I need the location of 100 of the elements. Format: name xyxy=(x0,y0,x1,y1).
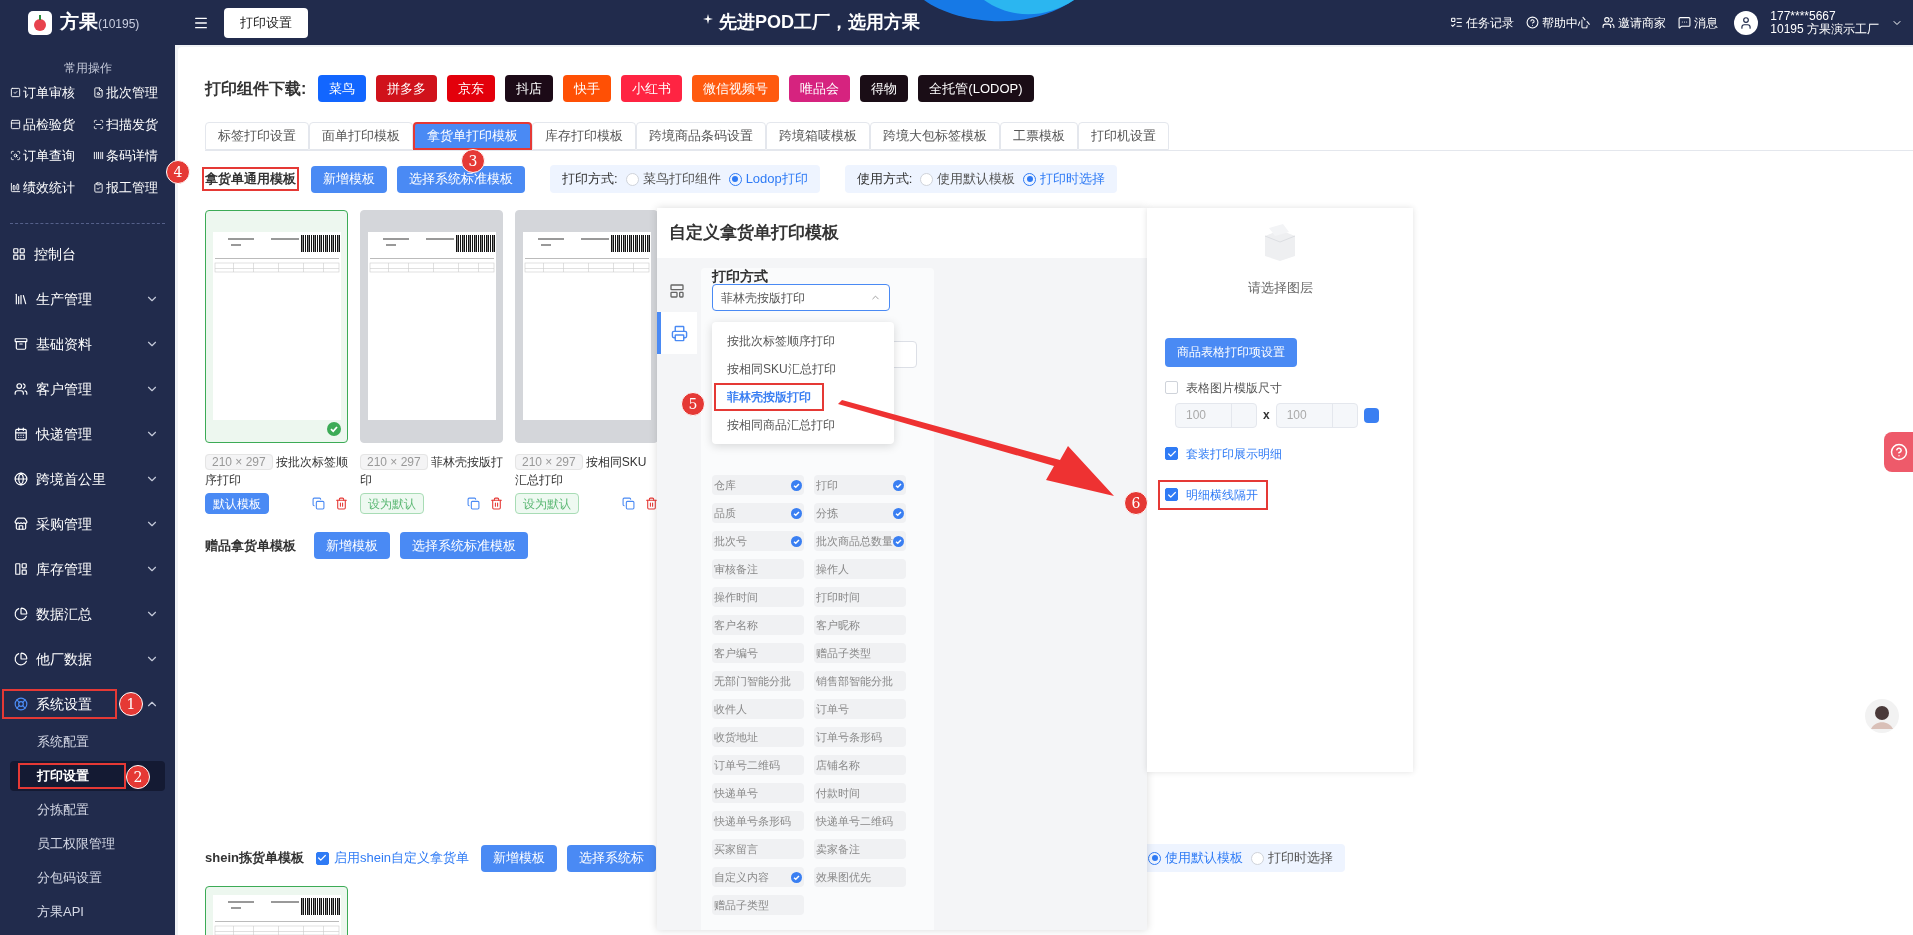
field-chip[interactable]: 审核备注 xyxy=(712,559,804,579)
default-button[interactable]: 设为默认 xyxy=(515,493,579,514)
checkbox-label[interactable]: 表格图片模版尺寸 xyxy=(1186,378,1282,397)
nav-subitem[interactable]: 方果API xyxy=(18,899,126,925)
field-chip[interactable]: 订单号二维码 xyxy=(712,755,804,775)
nav-item[interactable]: 跨境首公里 xyxy=(2,464,117,494)
quick-action[interactable]: 报工管理 xyxy=(92,177,158,197)
nav-subitem[interactable]: 系统配置 xyxy=(18,729,126,755)
default-button[interactable]: 默认模板 xyxy=(205,493,269,514)
select-field[interactable]: 菲林壳按版打印 xyxy=(712,284,890,311)
number-field[interactable]: 100 xyxy=(1175,402,1257,428)
tab[interactable]: 跨境商品条码设置 xyxy=(636,122,766,150)
nav-item[interactable]: 基础资料 xyxy=(2,329,117,359)
download-button[interactable]: 抖店 xyxy=(505,75,554,102)
field-chip[interactable]: 自定义内容 xyxy=(712,867,804,887)
field-chip[interactable]: 付款时间 xyxy=(814,783,906,803)
quick-action[interactable]: 绩效统计 xyxy=(10,177,75,197)
download-button[interactable]: 唯品会 xyxy=(789,75,851,102)
download-button[interactable]: 快手 xyxy=(563,75,612,102)
field-chip[interactable]: 效果图优先 xyxy=(814,867,906,887)
field-chip[interactable]: 客户编号 xyxy=(712,643,804,663)
checkbox[interactable] xyxy=(1165,447,1178,460)
nav-item[interactable]: 采购管理 xyxy=(2,509,117,539)
nav-subitem[interactable]: 分拣配置 xyxy=(18,797,126,823)
copy-icon[interactable] xyxy=(312,497,325,510)
nav-item[interactable]: 生产管理 xyxy=(2,284,117,314)
field-chip[interactable]: 收货地址 xyxy=(712,727,804,747)
tab[interactable]: 拿货单打印模板 xyxy=(413,122,532,150)
quick-action[interactable]: 订单审核 xyxy=(10,83,75,103)
page-tab[interactable]: 打印设置 xyxy=(224,7,308,38)
field-chip[interactable]: 赠品子类型 xyxy=(712,895,804,915)
nav-subitem[interactable]: 分包码设置 xyxy=(18,865,126,891)
delete-icon[interactable] xyxy=(645,497,658,510)
top-link[interactable]: 邀请商家 xyxy=(1602,13,1667,32)
radio-label[interactable]: 菜鸟打印组件 xyxy=(642,169,721,189)
radio-label[interactable]: Lodop打印 xyxy=(745,169,808,189)
field-chip[interactable]: 仓库 xyxy=(712,475,804,495)
download-button[interactable]: 小红书 xyxy=(621,75,683,102)
printer-icon[interactable] xyxy=(670,324,688,342)
dropdown-option[interactable]: 按批次标签顺序打印 xyxy=(714,327,848,355)
field-chip[interactable]: 操作人 xyxy=(814,559,906,579)
nav-item[interactable]: 数据汇总 xyxy=(2,599,117,629)
action-button[interactable]: 新增模板 xyxy=(481,844,558,872)
checkbox[interactable] xyxy=(1165,488,1178,501)
dropdown-option[interactable]: 菲林壳按版打印 xyxy=(714,383,824,411)
field-chip[interactable]: 品质 xyxy=(712,503,804,523)
field-chip[interactable]: 店铺名称 xyxy=(814,755,906,775)
quick-action[interactable]: 订单查询 xyxy=(10,146,75,166)
radio-label[interactable]: 打印时选择 xyxy=(1268,848,1334,868)
download-button[interactable]: 微信视频号 xyxy=(692,75,780,102)
nav-item[interactable]: 快递管理 xyxy=(2,419,117,449)
download-button[interactable]: 拼多多 xyxy=(376,75,438,102)
download-button[interactable]: 得物 xyxy=(860,75,909,102)
nav-item[interactable]: 系统设置 xyxy=(2,689,117,719)
field-chip[interactable]: 快递单号 xyxy=(712,783,804,803)
field-chip[interactable]: 买家留言 xyxy=(712,839,804,859)
field-chip[interactable]: 卖家备注 xyxy=(814,839,906,859)
tab[interactable]: 面单打印模板 xyxy=(309,122,413,150)
field-chip[interactable]: 客户名称 xyxy=(712,615,804,635)
color-swatch[interactable] xyxy=(1363,407,1379,423)
action-button[interactable]: 选择系统标准模板 xyxy=(400,532,528,559)
tab[interactable]: 工票模板 xyxy=(1000,122,1078,150)
checkbox-label[interactable]: 启用shein自定义拿货单 xyxy=(333,848,470,868)
field-chip[interactable]: 批次商品总数量 xyxy=(814,531,906,551)
nav-subitem[interactable]: 打印设置 xyxy=(18,763,126,789)
download-button[interactable]: 京东 xyxy=(447,75,496,102)
quick-action[interactable]: 扫描发货 xyxy=(92,114,158,134)
radio-label[interactable]: 打印时选择 xyxy=(1040,169,1106,189)
dropdown-option[interactable]: 按相同SKU汇总打印 xyxy=(714,355,849,383)
help-tab[interactable] xyxy=(1884,432,1913,472)
avatar-icon[interactable] xyxy=(1734,10,1759,35)
action-button[interactable]: 选择系统标准模板 xyxy=(397,165,525,193)
field-chip[interactable]: 收件人 xyxy=(712,699,804,719)
tab[interactable]: 打印机设置 xyxy=(1078,122,1169,150)
quick-action[interactable]: 条码详情 xyxy=(92,146,158,166)
top-link[interactable]: 消息 xyxy=(1678,13,1719,32)
tab[interactable]: 跨境大包标签模板 xyxy=(870,122,1000,150)
field-chip[interactable]: 打印时间 xyxy=(814,587,906,607)
field-chip[interactable]: 分拣 xyxy=(814,503,906,523)
field-chip[interactable]: 无部门智能分批 xyxy=(712,671,804,691)
field-chip[interactable]: 销售部智能分批 xyxy=(814,671,906,691)
dropdown-option[interactable]: 按相同商品汇总打印 xyxy=(714,411,848,439)
copy-icon[interactable] xyxy=(467,497,480,510)
radio-label[interactable]: 使用默认模板 xyxy=(937,169,1016,189)
download-button[interactable]: 全托管(LODOP) xyxy=(918,75,1034,102)
field-chip[interactable]: 快递单号二维码 xyxy=(814,811,906,831)
nav-item[interactable]: 他厂数据 xyxy=(2,644,117,674)
tab[interactable]: 库存打印模板 xyxy=(532,122,636,150)
nav-subitem[interactable]: 员工权限管理 xyxy=(18,831,126,857)
checkbox[interactable] xyxy=(315,851,329,865)
nav-item[interactable]: 控制台 xyxy=(0,239,175,269)
delete-icon[interactable] xyxy=(335,497,348,510)
field-chip[interactable]: 快递单号条形码 xyxy=(712,811,804,831)
nav-item[interactable]: 客户管理 xyxy=(2,374,117,404)
quick-action[interactable]: 品检验货 xyxy=(10,114,75,134)
field-chip[interactable]: 打印 xyxy=(814,475,906,495)
action-button[interactable]: 新增模板 xyxy=(314,532,390,559)
field-chip[interactable]: 订单号 xyxy=(814,699,906,719)
copy-icon[interactable] xyxy=(622,497,635,510)
field-chip[interactable]: 客户昵称 xyxy=(814,615,906,635)
